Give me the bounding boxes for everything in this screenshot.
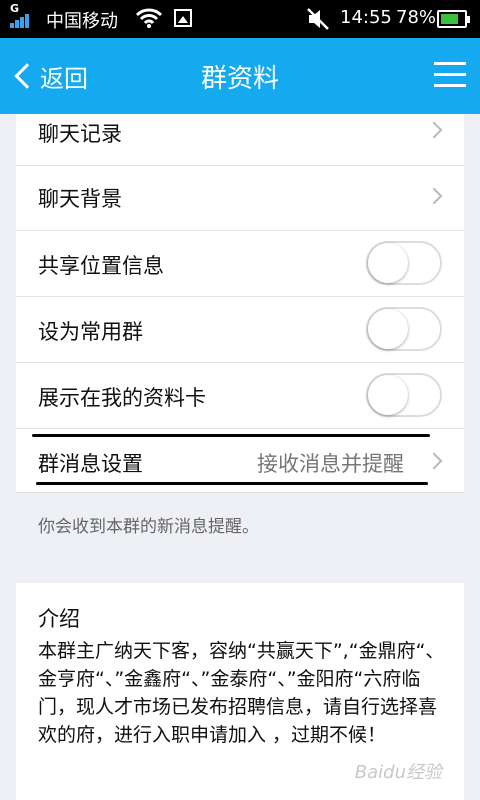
page-title: 群资料 xyxy=(200,64,279,94)
chevron-right-icon xyxy=(425,187,443,205)
set-frequent-toggle[interactable] xyxy=(366,307,442,351)
chat-history-label: 聊天记录 xyxy=(38,122,122,146)
intro-section: 介绍 本群主广纳天下客，容纳“共赢天下”,“金鼎府“、金亨府“、”金鑫府“、”金… xyxy=(16,583,464,800)
message-settings-label: 群消息设置 xyxy=(38,452,143,476)
battery-percent: 78% xyxy=(396,7,437,28)
watermark-logo: Baidu经验 xyxy=(354,762,442,783)
share-location-row: 共享位置信息 xyxy=(16,231,464,297)
chat-history-row[interactable]: 聊天记录 xyxy=(16,114,464,166)
show-on-card-row: 展示在我的资料卡 xyxy=(16,363,464,429)
status-bar: G 中国移动 14:55 78% xyxy=(0,0,480,38)
show-on-card-label: 展示在我的资料卡 xyxy=(38,386,206,410)
image-icon xyxy=(174,9,192,27)
battery-icon xyxy=(437,10,470,28)
chevron-right-icon xyxy=(425,121,443,139)
share-location-label: 共享位置信息 xyxy=(38,254,164,278)
set-frequent-label: 设为常用群 xyxy=(38,320,143,344)
toggle-knob xyxy=(368,309,408,349)
set-frequent-row: 设为常用群 xyxy=(16,297,464,363)
chat-background-label: 聊天背景 xyxy=(38,187,122,211)
wifi-icon xyxy=(136,8,162,28)
carrier-name: 中国移动 xyxy=(46,11,118,32)
menu-icon[interactable] xyxy=(434,60,466,90)
nav-bar: 返回 群资料 xyxy=(0,38,480,114)
chat-background-row[interactable]: 聊天背景 xyxy=(16,166,464,231)
share-location-toggle[interactable] xyxy=(366,241,442,285)
mute-icon xyxy=(307,8,329,30)
toggle-knob xyxy=(368,375,408,415)
show-on-card-toggle[interactable] xyxy=(366,373,442,417)
highlight-underline-bottom xyxy=(36,482,428,485)
message-hint: 你会收到本群的新消息提醒。 xyxy=(38,517,259,537)
status-time: 14:55 xyxy=(340,7,392,28)
signal-icon xyxy=(10,14,34,28)
intro-heading: 介绍 xyxy=(38,607,80,631)
intro-body: 本群主广纳天下客，容纳“共赢天下”,“金鼎府“、金亨府“、”金鑫府“、”金泰府“… xyxy=(38,640,445,746)
chevron-right-icon xyxy=(425,452,443,470)
highlight-underline-top xyxy=(32,434,430,437)
toggle-knob xyxy=(368,243,408,283)
message-settings-value: 接收消息并提醒 xyxy=(257,452,404,476)
